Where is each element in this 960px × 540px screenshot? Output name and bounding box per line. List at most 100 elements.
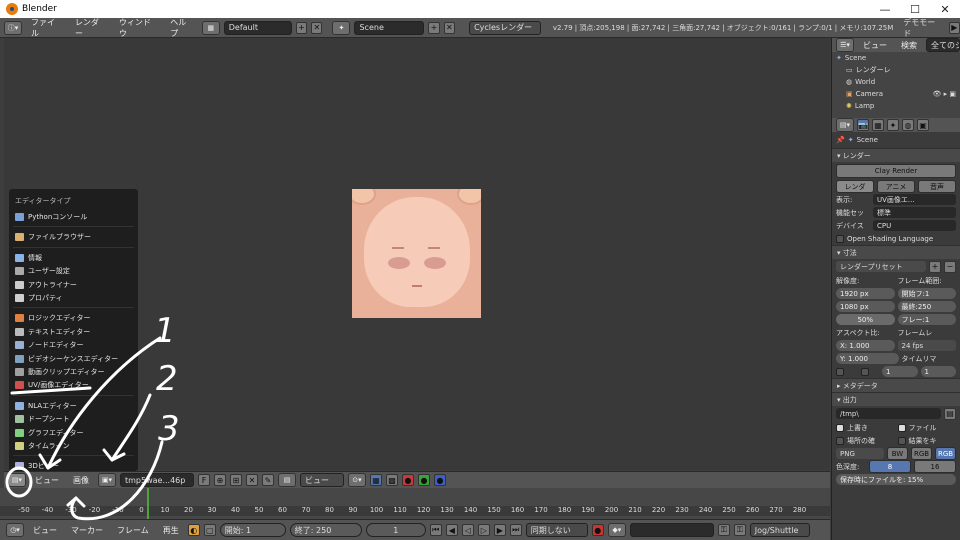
remap-old-field[interactable]: 1: [882, 366, 918, 377]
frame-ruler[interactable]: -50 -40 -30 -20 -10 0 10 20 30 40 50 60 70 80 90 100 110…: [0, 506, 830, 516]
fps-select[interactable]: 24 fps: [897, 340, 956, 351]
render-animation-button[interactable]: アニメ: [877, 180, 915, 193]
outliner-editor-type-button[interactable]: ☰▾: [836, 38, 854, 52]
remove-scene-button[interactable]: ✕: [443, 21, 456, 34]
channels-rgb-icon[interactable]: ▦: [370, 474, 382, 486]
clay-render-button[interactable]: Clay Render: [836, 164, 956, 178]
resolution-percentage-field[interactable]: 50%: [836, 314, 895, 325]
visibility-icons[interactable]: 👁 ▸ ▣: [933, 90, 960, 98]
pivot-icon[interactable]: ⊙▾: [348, 473, 366, 487]
editor-type-item[interactable]: NLAエディター: [15, 400, 77, 412]
current-frame-field[interactable]: 1: [365, 523, 426, 537]
menu-file[interactable]: ファイル: [26, 17, 66, 39]
layout-icon[interactable]: ▦: [201, 20, 220, 35]
channels-alpha-icon[interactable]: ▩: [386, 474, 398, 486]
browse-folder-icon[interactable]: ▤: [944, 407, 956, 420]
insert-keyframe-icon[interactable]: ⚿: [717, 524, 730, 536]
add-scene-button[interactable]: +: [428, 21, 440, 34]
editor-type-button[interactable]: ▤▾: [8, 473, 26, 487]
border-checkbox[interactable]: [836, 367, 844, 376]
outliner-row-lamp[interactable]: ✺ Lamp: [832, 100, 960, 112]
frame-start-field[interactable]: 開始: 1: [219, 523, 286, 537]
layers-tab-icon[interactable]: ▦: [872, 119, 884, 131]
minimize-button[interactable]: —: [870, 3, 900, 16]
timeline-menu-view[interactable]: ビュー: [28, 525, 62, 536]
overwrite-checkbox[interactable]: [836, 423, 844, 432]
jump-start-icon[interactable]: ⏮: [429, 524, 442, 536]
dimensions-panel-header[interactable]: ▾ 寸法: [832, 245, 960, 259]
blue-channel-icon[interactable]: ●: [434, 474, 446, 486]
remap-new-field[interactable]: 1: [920, 366, 956, 377]
editor-type-item[interactable]: グラフエディター: [15, 427, 84, 439]
editor-type-item[interactable]: アウトライナー: [15, 279, 77, 291]
green-channel-icon[interactable]: ●: [418, 474, 430, 486]
image-name-field[interactable]: tmp5wae...46p: [120, 473, 194, 487]
editor-type-item[interactable]: テキストエディター: [15, 326, 90, 338]
properties-editor-type-button[interactable]: ▤▾: [836, 118, 854, 132]
menu-help[interactable]: ヘルプ: [165, 17, 197, 39]
depth-8-button[interactable]: 8: [869, 460, 911, 473]
aspect-y-field[interactable]: Y: 1.000: [836, 353, 899, 364]
image-browse-icon[interactable]: ▣▾: [98, 473, 116, 487]
editor-type-item[interactable]: プロパティ: [15, 292, 63, 304]
world-tab-icon[interactable]: ◍: [902, 119, 914, 131]
render-preset-select[interactable]: レンダープリセット: [836, 261, 926, 272]
render-tab-icon[interactable]: 📷: [857, 119, 869, 131]
next-keyframe-icon[interactable]: ▶: [493, 524, 506, 536]
render-image-button[interactable]: レンダ: [836, 180, 874, 193]
preview-range-icon[interactable]: ◐: [187, 524, 200, 536]
editor-type-item[interactable]: ビデオシーケンスエディター: [15, 353, 118, 365]
frame-end-field[interactable]: 終了: 250: [289, 523, 362, 537]
sync-mode-select[interactable]: 同期しない: [525, 523, 588, 537]
uv-menu-view[interactable]: ビュー: [30, 475, 64, 486]
info-editor-type-button[interactable]: ⓘ▾: [4, 20, 22, 35]
keying-set-field[interactable]: [629, 523, 714, 537]
metadata-panel-header[interactable]: ▸ メタデータ: [832, 378, 960, 392]
object-tab-icon[interactable]: ▣: [917, 119, 929, 131]
add-preset-button[interactable]: +: [929, 260, 941, 273]
output-path-field[interactable]: /tmp\: [836, 408, 941, 419]
osl-checkbox[interactable]: [836, 234, 844, 243]
frame-end-prop-field[interactable]: 最終:250: [897, 301, 956, 312]
pin-image-icon[interactable]: ⊕: [214, 474, 226, 486]
resolution-x-field[interactable]: 1920 px: [836, 288, 895, 299]
outliner-menu-search[interactable]: 検索: [896, 40, 922, 51]
view-mode-select[interactable]: ビュー: [300, 473, 344, 487]
maximize-button[interactable]: ☐: [900, 3, 930, 16]
pin-icon[interactable]: 📌: [836, 136, 845, 144]
jog-shuttle-button[interactable]: Jog/Shuttle: [749, 523, 810, 537]
editor-type-item[interactable]: 動画クリップエディター: [15, 366, 105, 378]
demo-mode-label[interactable]: デモモード: [903, 17, 940, 39]
scene-icon[interactable]: ✦: [332, 20, 351, 35]
outliner-row-scene[interactable]: ✦ Scene: [832, 52, 960, 64]
uv-menu-image[interactable]: 画像: [68, 475, 94, 486]
fake-user-button[interactable]: F: [198, 474, 210, 486]
aspect-x-field[interactable]: X: 1.000: [836, 340, 895, 351]
resolution-y-field[interactable]: 1080 px: [836, 301, 895, 312]
scene-field[interactable]: Scene: [354, 20, 425, 35]
osl-row[interactable]: Open Shading Language: [832, 232, 960, 245]
open-image-icon[interactable]: ⊞: [230, 474, 242, 486]
color-bw-button[interactable]: BW: [887, 447, 908, 460]
record-icon[interactable]: ●: [591, 524, 604, 536]
editor-type-item[interactable]: ロジックエディター: [15, 312, 91, 324]
outliner-row-camera[interactable]: ▣ Camera 👁 ▸ ▣: [832, 88, 960, 100]
play-demo-button[interactable]: ▶: [948, 21, 960, 34]
editor-type-item[interactable]: 情報: [15, 252, 42, 264]
file-extensions-checkbox[interactable]: [897, 423, 906, 432]
play-reverse-icon[interactable]: ◁: [461, 524, 474, 536]
editor-type-item[interactable]: ファイルブラウザー: [15, 231, 91, 243]
frame-start-prop-field[interactable]: 開始フ:1: [897, 288, 956, 299]
keying-set-icon[interactable]: ◆▾: [607, 523, 626, 537]
editor-type-item[interactable]: UV/画像エディター: [15, 379, 89, 391]
red-channel-icon[interactable]: ●: [402, 474, 414, 486]
color-rgb-button[interactable]: RGB: [911, 447, 932, 460]
delete-keyframe-icon[interactable]: ⚿: [733, 524, 746, 536]
crop-checkbox[interactable]: [861, 367, 869, 376]
lock-range-icon[interactable]: ▢: [203, 524, 216, 536]
editor-type-item[interactable]: タイムライン: [15, 440, 70, 452]
placeholders-checkbox[interactable]: [836, 436, 844, 445]
render-audio-button[interactable]: 音声: [918, 180, 956, 193]
remove-layout-button[interactable]: ✕: [311, 21, 323, 34]
play-icon[interactable]: ▷: [477, 524, 490, 536]
